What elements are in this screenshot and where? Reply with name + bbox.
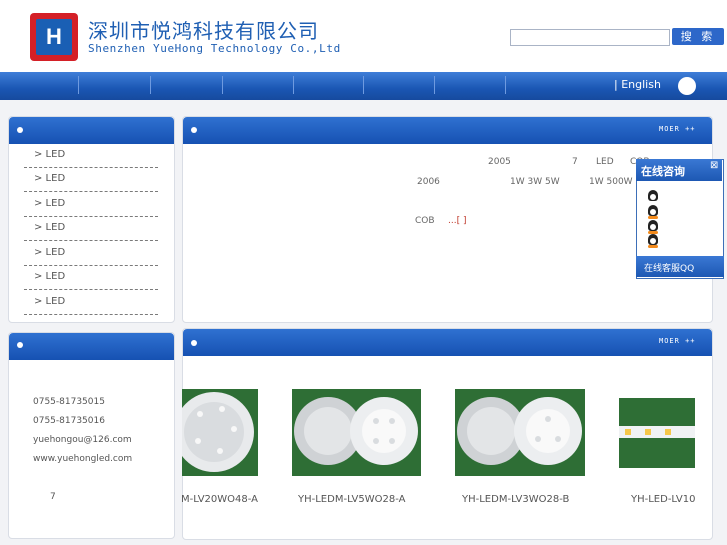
category-link[interactable]: > LED <box>34 247 65 258</box>
intro-text: 1W 3W 5W <box>510 177 560 187</box>
nav-item-divider <box>222 76 223 94</box>
product-image[interactable] <box>182 389 258 476</box>
product-image[interactable] <box>455 389 585 476</box>
contact-address: 7 <box>50 492 56 502</box>
product-image[interactable] <box>619 398 695 468</box>
nav-item-divider <box>293 76 294 94</box>
intro-text: COB <box>415 216 435 226</box>
category-link[interactable]: > LED <box>34 149 65 160</box>
qq-contact-penguin-icon[interactable] <box>648 234 658 248</box>
category-divider <box>24 240 158 241</box>
led-module-picture <box>182 392 254 472</box>
search-button[interactable]: 搜 索 <box>672 28 724 45</box>
panel-header <box>9 117 174 144</box>
panel-header <box>183 117 712 144</box>
qq-online-service-label[interactable]: 在线客服QQ <box>644 261 694 274</box>
product-name[interactable]: YH-LEDM-LV3WO28-B <box>462 494 569 505</box>
intro-text: LED <box>596 157 614 167</box>
category-divider <box>24 167 158 168</box>
intro-text: 1W 500W <box>589 177 633 187</box>
more-link[interactable]: MOER ++ <box>659 337 696 345</box>
category-divider <box>24 314 158 315</box>
intro-year: 2005 <box>488 157 511 167</box>
category-link[interactable]: > LED <box>34 271 65 282</box>
category-link[interactable]: > LED <box>34 222 65 233</box>
category-divider <box>24 265 158 266</box>
product-name[interactable]: YH-LEDM-LV5WO28-A <box>298 494 405 505</box>
bullet-icon <box>17 342 23 348</box>
category-divider <box>24 216 158 217</box>
english-language-link[interactable]: | English <box>614 78 661 91</box>
read-more-link[interactable]: ...[ ] <box>448 216 466 226</box>
nav-item-divider <box>434 76 435 94</box>
logo-mark: H <box>36 19 72 55</box>
product-name[interactable]: YH-LED-LV10 <box>631 494 711 505</box>
qq-contact-penguin-icon[interactable] <box>648 205 658 219</box>
product-name[interactable]: YH-LEDM-LV20WO48-A <box>182 494 258 505</box>
panel-header <box>9 333 174 360</box>
qq-contact-penguin-icon[interactable] <box>648 220 658 234</box>
product-image[interactable] <box>292 389 421 476</box>
contact-website[interactable]: www.yuehongled.com <box>33 454 132 464</box>
search-input[interactable] <box>510 29 670 46</box>
intro-year: 2006 <box>417 177 440 187</box>
nav-item-divider <box>363 76 364 94</box>
contact-fax: 0755-81735016 <box>33 416 105 426</box>
product-category-panel <box>8 116 175 323</box>
nav-item-divider <box>150 76 151 94</box>
category-divider <box>24 191 158 192</box>
contact-email[interactable]: yuehongou@126.com <box>33 435 132 445</box>
bullet-icon <box>191 340 197 346</box>
category-link[interactable]: > LED <box>34 296 65 307</box>
nav-item-divider <box>505 76 506 94</box>
company-name-en: Shenzhen YueHong Technology Co.,Ltd <box>88 42 341 55</box>
led-module-picture <box>294 397 418 465</box>
led-strip-picture <box>619 426 695 438</box>
close-icon[interactable]: ⊠ <box>710 160 718 171</box>
contact-phone: 0755-81735015 <box>33 397 105 407</box>
product-name-text: YH-LEDM-LV20WO48-A <box>182 494 258 505</box>
category-divider <box>24 289 158 290</box>
category-link[interactable]: > LED <box>34 173 65 184</box>
bullet-icon <box>191 127 197 133</box>
more-link[interactable]: MOER ++ <box>659 125 696 133</box>
intro-text: 7 <box>572 157 578 167</box>
company-name-cn: 深圳市悦鸿科技有限公司 <box>88 19 319 43</box>
category-link[interactable]: > LED <box>34 198 65 209</box>
qq-widget-title: 在线咨询 <box>641 165 685 178</box>
led-module-picture <box>457 397 582 465</box>
nav-item-divider <box>78 76 79 94</box>
bullet-icon <box>17 127 23 133</box>
language-indicator-icon[interactable] <box>678 77 696 95</box>
panel-header <box>183 329 712 356</box>
qq-contact-penguin-icon[interactable] <box>648 190 658 201</box>
